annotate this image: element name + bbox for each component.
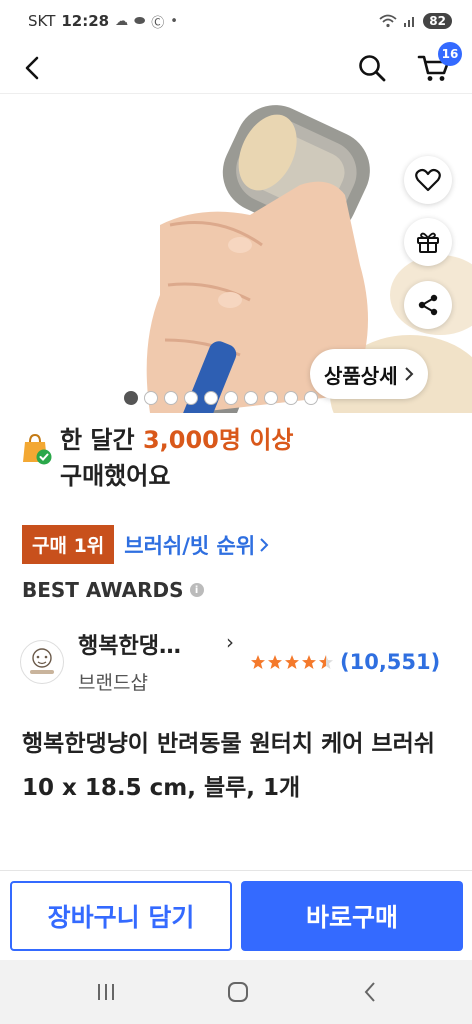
star-icon — [251, 655, 265, 669]
system-back-button[interactable] — [350, 976, 390, 1008]
product-title: 행복한댕냥이 반려동물 원터치 케어 브러쉬 10 x 18.5 cm, 블루,… — [22, 731, 435, 801]
pagination-dot — [124, 391, 138, 405]
chevron-right-icon — [260, 537, 269, 552]
status-left: SKT 12:28 — [28, 12, 109, 30]
signal-icon — [404, 17, 415, 27]
wifi-icon — [379, 14, 397, 28]
clock: 12:28 — [61, 12, 110, 30]
pagination-dot — [144, 391, 158, 405]
search-icon — [359, 55, 386, 82]
gift-icon — [417, 232, 439, 253]
product-detail-label: 상품상세 — [324, 363, 398, 388]
brand-name-link[interactable]: 행복한댕… — [78, 628, 181, 660]
search-button[interactable] — [354, 50, 390, 86]
battery-indicator: 82 — [423, 13, 452, 29]
system-navigation-bar — [0, 960, 472, 1024]
pagination-dot — [304, 391, 318, 405]
category-ranking-label: 브러쉬/빗 순위 — [124, 533, 256, 558]
purchase-line-1: 한 달간 3,000명 이상 — [60, 422, 293, 458]
purchase-line-2: 구매했어요 — [60, 462, 171, 490]
share-button[interactable] — [404, 281, 452, 329]
rating[interactable]: (10,551) — [250, 650, 440, 674]
dot-icon: • — [170, 13, 178, 29]
carrier-label: SKT — [28, 12, 56, 30]
notification-icons: ☁ ⬬ Ⓒ • — [115, 12, 178, 31]
pagination-dot — [244, 391, 258, 405]
chevron-right-icon: › — [226, 630, 234, 654]
star-icon — [319, 655, 333, 669]
buy-now-button[interactable]: 바로구매 — [241, 881, 463, 951]
star-icon — [285, 655, 299, 669]
recent-apps-button[interactable] — [86, 976, 126, 1008]
c-icon: Ⓒ — [151, 15, 165, 31]
home-button[interactable] — [218, 976, 258, 1008]
rank-badge: 구매 1위 — [22, 525, 115, 564]
gift-button[interactable] — [404, 218, 452, 266]
purchase-info: 한 달간 3,000명 이상 구매했어요 — [22, 422, 452, 494]
ranking-row: 구매 1위 브러쉬/빗 순위 — [22, 525, 269, 564]
bottom-action-bar: 장바구니 담기 바로구매 — [0, 870, 472, 960]
chevron-right-icon — [404, 367, 414, 381]
best-awards-row[interactable]: BEST AWARDS i — [22, 578, 204, 602]
wishlist-button[interactable] — [404, 156, 452, 204]
star-icon — [268, 655, 282, 669]
category-ranking-link[interactable]: 브러쉬/빗 순위 — [124, 530, 269, 560]
back-arrow-icon — [25, 56, 39, 80]
back-icon — [364, 982, 375, 1002]
cart-button[interactable]: 16 — [414, 42, 462, 86]
brand-logo[interactable] — [20, 640, 64, 684]
product-detail-button[interactable]: 상품상세 — [310, 349, 428, 399]
purchase-count: 3,000명 이상 — [142, 426, 294, 454]
image-pagination — [124, 391, 318, 405]
product-image[interactable]: 상품상세 — [0, 95, 472, 413]
pagination-dot — [284, 391, 298, 405]
brand-shop-label: 브랜드샵 — [78, 672, 148, 694]
best-awards-label: BEST AWARDS — [22, 578, 184, 602]
pagination-dot — [184, 391, 198, 405]
add-to-cart-button[interactable]: 장바구니 담기 — [10, 881, 232, 951]
home-icon — [228, 982, 248, 1002]
info-icon: i — [189, 583, 204, 597]
shopping-bag-icon — [22, 432, 52, 466]
pill-icon: ⬬ — [134, 13, 146, 29]
recent-apps-icon — [98, 984, 114, 1000]
cart-count-badge: 16 — [438, 42, 462, 66]
star-rating — [250, 654, 334, 670]
purchase-count-text: 한 달간 3,000명 이상 구매했어요 — [60, 422, 293, 494]
cloud-icon: ☁ — [115, 13, 129, 29]
status-bar: SKT 12:28 ☁ ⬬ Ⓒ • 82 — [0, 0, 472, 42]
review-count: (10,551) — [340, 650, 441, 674]
star-icon — [302, 655, 316, 669]
pagination-dot — [164, 391, 178, 405]
app-header: 16 — [0, 42, 472, 94]
back-button[interactable] — [14, 50, 50, 86]
pagination-dot — [264, 391, 278, 405]
brand-row: 행복한댕… › 브랜드샵 (10,551) — [20, 622, 460, 702]
share-icon — [418, 294, 438, 316]
pagination-dot — [204, 391, 218, 405]
purchase-period: 한 달간 — [60, 426, 135, 454]
status-right: 82 — [379, 13, 452, 29]
pagination-dot — [224, 391, 238, 405]
heart-icon — [415, 168, 441, 192]
